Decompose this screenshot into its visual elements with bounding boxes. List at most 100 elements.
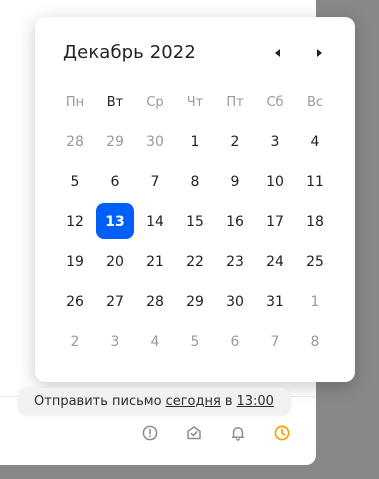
day-cell-other-month[interactable]: 6 bbox=[215, 322, 255, 362]
day-number: 7 bbox=[150, 174, 160, 190]
day-cell[interactable]: 19 bbox=[55, 242, 95, 282]
day-number: 23 bbox=[226, 254, 244, 270]
day-cell-other-month[interactable]: 2 bbox=[55, 322, 95, 362]
day-cell[interactable]: 31 bbox=[255, 282, 295, 322]
weekday-label: Пн bbox=[65, 95, 85, 110]
day-number: 4 bbox=[310, 134, 320, 150]
day-number: 30 bbox=[146, 134, 164, 150]
day-cell-other-month[interactable]: 4 bbox=[135, 322, 175, 362]
day-cell-other-month[interactable]: 3 bbox=[95, 322, 135, 362]
day-cell[interactable]: 7 bbox=[135, 162, 175, 202]
day-number: 8 bbox=[190, 174, 200, 190]
day-cell-other-month[interactable]: 7 bbox=[255, 322, 295, 362]
caret-right-icon bbox=[316, 49, 322, 57]
day-number: 22 bbox=[186, 254, 204, 270]
day-cell[interactable]: 22 bbox=[175, 242, 215, 282]
day-number: 18 bbox=[306, 214, 324, 230]
day-cell[interactable]: 14 bbox=[135, 202, 175, 242]
day-cell[interactable]: 15 bbox=[175, 202, 215, 242]
important-button[interactable] bbox=[141, 424, 159, 442]
day-number: 29 bbox=[106, 134, 124, 150]
weekday-label: Сб bbox=[266, 95, 284, 110]
day-cell[interactable]: 23 bbox=[215, 242, 255, 282]
day-cell[interactable]: 2 bbox=[215, 122, 255, 162]
send-schedule-tooltip: Отправить письмо сегодня в 13:00 bbox=[18, 388, 290, 414]
days-grid: 28 29 30 1 2 3 4 5 6 7 8 9 10 11 12 13 14 15 16 17 18 19 20 21 2… bbox=[55, 122, 335, 362]
reminder-button[interactable] bbox=[229, 424, 247, 442]
day-number: 2 bbox=[230, 134, 240, 150]
next-month-button[interactable] bbox=[309, 43, 329, 63]
day-number: 13 bbox=[105, 214, 125, 230]
day-number: 5 bbox=[190, 334, 200, 350]
day-cell[interactable]: 4 bbox=[295, 122, 335, 162]
day-cell[interactable]: 9 bbox=[215, 162, 255, 202]
day-number: 4 bbox=[150, 334, 160, 350]
weekday-header: Пн Вт Ср Чт Пт Сб Вс bbox=[55, 91, 335, 115]
day-cell[interactable]: 25 bbox=[295, 242, 335, 282]
day-number: 29 bbox=[186, 294, 204, 310]
day-cell[interactable]: 27 bbox=[95, 282, 135, 322]
day-number: 10 bbox=[266, 174, 284, 190]
scheduled-send-button[interactable] bbox=[273, 424, 291, 442]
day-number: 14 bbox=[146, 214, 164, 230]
day-cell[interactable]: 16 bbox=[215, 202, 255, 242]
send-time-link[interactable]: 13:00 bbox=[236, 394, 273, 409]
weekday-label: Вс bbox=[306, 95, 324, 110]
day-cell[interactable]: 17 bbox=[255, 202, 295, 242]
send-date-link[interactable]: сегодня bbox=[166, 394, 221, 409]
day-cell-other-month[interactable]: 29 bbox=[95, 122, 135, 162]
day-number: 12 bbox=[66, 214, 84, 230]
tooltip-text-in: в bbox=[224, 393, 233, 409]
day-cell[interactable]: 12 bbox=[55, 202, 95, 242]
day-number: 9 bbox=[230, 174, 240, 190]
day-cell[interactable]: 20 bbox=[95, 242, 135, 282]
day-cell[interactable]: 30 bbox=[215, 282, 255, 322]
day-number: 3 bbox=[110, 334, 120, 350]
day-cell-other-month[interactable]: 28 bbox=[55, 122, 95, 162]
day-number: 6 bbox=[230, 334, 240, 350]
day-number: 31 bbox=[266, 294, 284, 310]
day-number: 28 bbox=[66, 134, 84, 150]
weekday-label: Пт bbox=[226, 95, 244, 110]
day-cell[interactable]: 21 bbox=[135, 242, 175, 282]
weekday-label-current: Вт bbox=[106, 95, 124, 110]
day-number: 25 bbox=[306, 254, 324, 270]
date-picker: Декабрь 2022 Пн Вт Ср Чт Пт Сб Вс 28 29 30… bbox=[35, 17, 355, 382]
day-cell[interactable]: 6 bbox=[95, 162, 135, 202]
month-title: Декабрь 2022 bbox=[63, 42, 196, 63]
read-receipt-button[interactable] bbox=[185, 424, 203, 442]
day-cell[interactable]: 24 bbox=[255, 242, 295, 282]
day-cell-other-month[interactable]: 8 bbox=[295, 322, 335, 362]
day-cell[interactable]: 8 bbox=[175, 162, 215, 202]
day-cell-other-month[interactable]: 1 bbox=[295, 282, 335, 322]
bell-icon bbox=[231, 427, 245, 441]
day-number: 19 bbox=[66, 254, 84, 270]
day-cell[interactable]: 11 bbox=[295, 162, 335, 202]
day-number: 6 bbox=[110, 174, 120, 190]
caret-left-icon bbox=[274, 49, 280, 57]
day-number: 17 bbox=[266, 214, 284, 230]
day-cell[interactable]: 3 bbox=[255, 122, 295, 162]
day-cell[interactable]: 18 bbox=[295, 202, 335, 242]
day-number: 27 bbox=[106, 294, 124, 310]
day-number: 21 bbox=[146, 254, 164, 270]
day-cell-selected[interactable]: 13 bbox=[95, 202, 135, 242]
day-cell[interactable]: 29 bbox=[175, 282, 215, 322]
exclamation-circle-icon bbox=[142, 425, 158, 441]
day-number: 15 bbox=[186, 214, 204, 230]
day-cell[interactable]: 1 bbox=[175, 122, 215, 162]
prev-month-button[interactable] bbox=[267, 43, 287, 63]
tooltip-text: Отправить письмо bbox=[34, 393, 162, 409]
weekday-label: Ср bbox=[146, 95, 164, 110]
day-number: 11 bbox=[306, 174, 324, 190]
day-cell[interactable]: 28 bbox=[135, 282, 175, 322]
day-cell[interactable]: 5 bbox=[55, 162, 95, 202]
day-number: 1 bbox=[310, 294, 320, 310]
day-cell-other-month[interactable]: 30 bbox=[135, 122, 175, 162]
day-number: 24 bbox=[266, 254, 284, 270]
day-cell[interactable]: 26 bbox=[55, 282, 95, 322]
day-number: 1 bbox=[190, 134, 200, 150]
day-number: 20 bbox=[106, 254, 124, 270]
day-cell[interactable]: 10 bbox=[255, 162, 295, 202]
day-cell-other-month[interactable]: 5 bbox=[175, 322, 215, 362]
